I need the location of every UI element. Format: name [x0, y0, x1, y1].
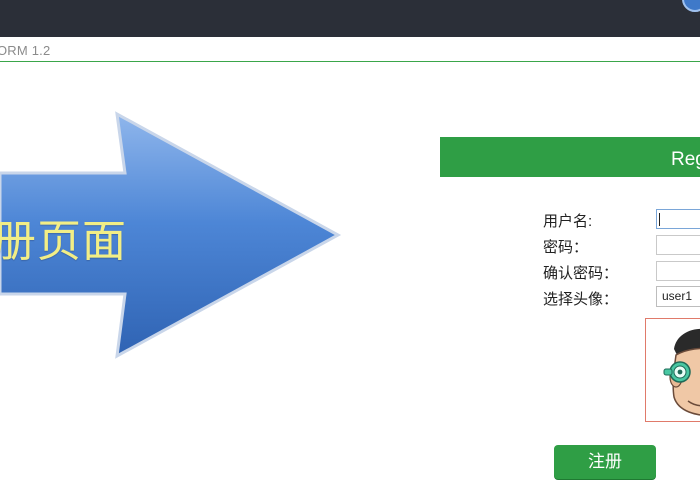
register-button[interactable]: 注册: [554, 445, 656, 479]
version-label: ORM 1.2: [0, 43, 51, 58]
text-caret: [659, 213, 660, 226]
header-divider: [0, 61, 700, 62]
password-label: 密码：: [543, 239, 589, 256]
username-label: 用户名:: [543, 213, 593, 230]
username-input[interactable]: [656, 209, 700, 229]
confirm-password-label: 确认密码：: [543, 265, 619, 282]
register-title: Reg: [671, 149, 700, 170]
avatar-select[interactable]: user1: [656, 286, 700, 307]
top-toolbar: [0, 0, 700, 37]
avatar-select-label: 选择头像：: [543, 291, 619, 308]
avatar-preview: [645, 318, 700, 422]
arrow-caption: 册页面: [0, 216, 127, 267]
corner-button-icon[interactable]: [682, 0, 700, 12]
confirm-password-input[interactable]: [656, 261, 700, 281]
cartoon-avatar-icon: [663, 328, 700, 416]
password-input[interactable]: [656, 235, 700, 255]
register-header: [440, 137, 700, 177]
